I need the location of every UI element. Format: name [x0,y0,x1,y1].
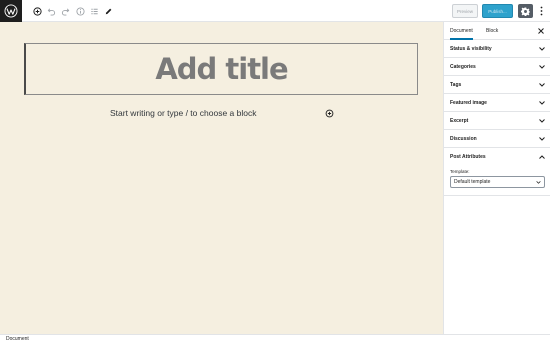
chevron-down-icon [535,180,541,185]
more-vertical-icon [540,6,542,16]
tools-pencil-icon[interactable] [101,4,115,18]
add-block-icon[interactable] [325,109,334,118]
block-breadcrumb-bar: Document [0,334,550,344]
redo-icon[interactable] [58,4,72,18]
chevron-down-icon [538,64,545,70]
panel-title[interactable]: Post Attributes [450,148,486,166]
template-label: Template: [450,169,470,174]
chevron-down-icon [538,82,545,88]
wordpress-logo-icon[interactable] [0,0,22,22]
template-select[interactable]: Default template [450,176,545,188]
panel-tags[interactable]: Tags [444,76,550,94]
panel-featured-image[interactable]: Featured image [444,94,550,112]
more-options-button[interactable] [536,4,546,18]
chevron-down-icon [538,46,545,52]
editor-canvas[interactable]: Add title Start writing or type / to cho… [0,22,443,334]
info-icon[interactable] [73,4,87,18]
tab-block[interactable]: Block [486,22,498,40]
post-title-field[interactable]: Add title [24,43,418,95]
chevron-down-icon [538,118,545,124]
undo-icon[interactable] [44,4,58,18]
chevron-down-icon [538,100,545,106]
editor-toolbar: Preview Publish... [0,0,550,22]
close-icon[interactable] [536,26,545,35]
panel-title: Featured image [450,100,487,106]
gear-icon [521,7,530,16]
template-selected-value: Default template [454,179,491,185]
settings-sidebar: Document Block Status & visibility Categ… [443,22,550,334]
preview-button[interactable]: Preview [452,4,478,18]
tab-document[interactable]: Document [450,22,473,40]
settings-button[interactable] [518,4,533,18]
panel-title: Categories [450,64,476,70]
panel-title: Status & visibility [450,46,492,52]
add-block-icon[interactable] [30,4,44,18]
panel-categories[interactable]: Categories [444,58,550,76]
panel-title: Tags [450,82,462,88]
chevron-down-icon [538,136,545,142]
breadcrumb[interactable]: Document [6,336,29,342]
panel-excerpt[interactable]: Excerpt [444,112,550,130]
sidebar-tabs: Document Block [444,22,550,40]
publish-button[interactable]: Publish... [482,4,513,18]
panel-post-attributes: Post Attributes Template: Default templa… [444,148,550,196]
panel-discussion[interactable]: Discussion [444,130,550,148]
panel-status-visibility[interactable]: Status & visibility [444,40,550,58]
default-block-appender[interactable]: Start writing or type / to choose a bloc… [110,108,256,118]
panel-title: Discussion [450,136,477,142]
panel-title: Excerpt [450,118,469,124]
list-view-icon[interactable] [87,4,101,18]
chevron-up-icon[interactable] [538,154,545,160]
post-title-placeholder: Add title [155,52,288,86]
